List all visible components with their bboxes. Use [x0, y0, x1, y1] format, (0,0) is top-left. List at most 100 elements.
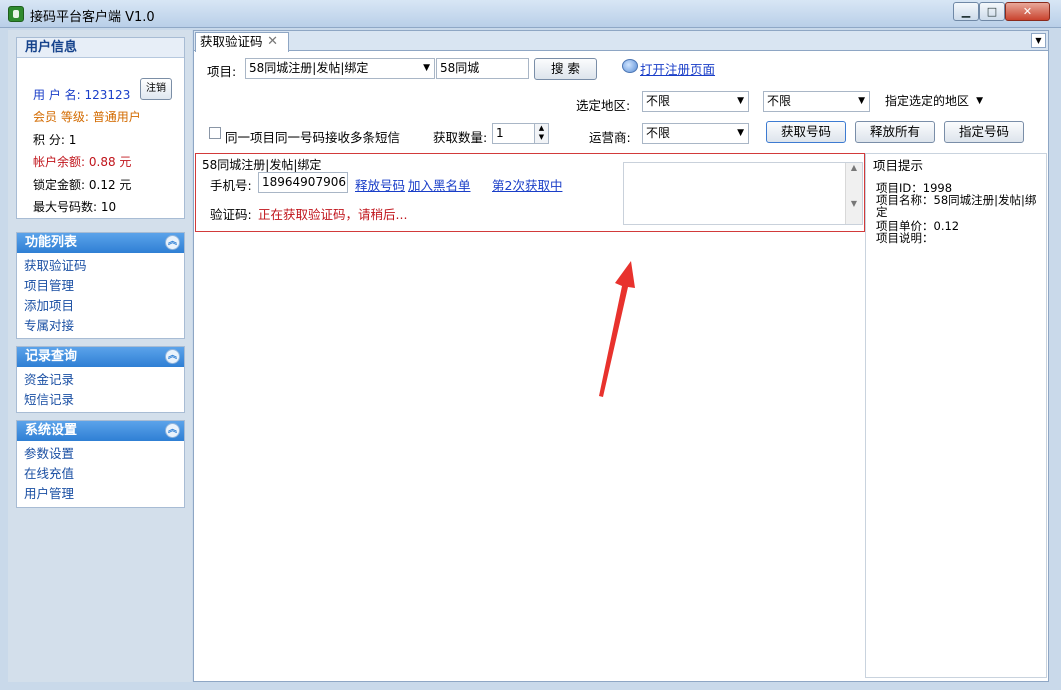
- maxnum-label: 最大号码数:: [33, 200, 98, 214]
- nav-project-manage[interactable]: 项目管理: [17, 276, 184, 296]
- hint-project-desc: 项目说明：: [876, 231, 934, 245]
- settings-header[interactable]: 系统设置 ︽: [17, 421, 184, 441]
- username-value: 123123: [84, 88, 131, 102]
- search-input[interactable]: 58同城: [436, 58, 529, 79]
- get-number-button[interactable]: 获取号码: [766, 121, 846, 143]
- region-select-2-value: 不限: [767, 94, 792, 108]
- hint-project-name: 项目名称：58同城注册|发帖|绑定: [876, 193, 1037, 219]
- carrier-select[interactable]: 不限 ▼: [642, 123, 749, 144]
- records-panel: 记录查询 ︽ 资金记录 短信记录: [16, 346, 185, 413]
- code-status: 正在获取验证码，请稍后...: [258, 207, 408, 222]
- username-label: 用 户 名:: [33, 88, 81, 102]
- function-list-panel: 功能列表 ︽ 获取验证码 项目管理 添加项目 专属对接: [16, 232, 185, 339]
- globe-icon: [622, 59, 638, 73]
- settings-title: 系统设置: [25, 423, 78, 438]
- region-label: 选定地区:: [576, 98, 631, 113]
- hint-title: 项目提示: [873, 158, 924, 173]
- member-label: 会员 等级:: [33, 110, 89, 124]
- chevron-down-icon: ▼: [423, 63, 430, 73]
- collapse-icon[interactable]: ︽: [165, 235, 180, 250]
- sms-content-area[interactable]: ▲ ▼: [623, 162, 863, 225]
- phone-field[interactable]: 18964907906: [258, 172, 348, 193]
- member-row: 会员 等级: 普通用户: [33, 108, 141, 125]
- locked-value: 0.12 元: [88, 178, 132, 192]
- project-hint-panel: 项目提示 项目ID：1998 项目名称：58同城注册|发帖|绑定 项目单价：0.…: [865, 153, 1047, 678]
- maxnum-row: 最大号码数: 10: [33, 198, 116, 215]
- member-value: 普通用户: [92, 110, 141, 124]
- release-number-link[interactable]: 释放号码: [355, 175, 405, 194]
- tab-menu-icon[interactable]: ▼: [1031, 33, 1046, 48]
- nav-sms-records[interactable]: 短信记录: [17, 390, 184, 410]
- quantity-input[interactable]: 1: [492, 123, 535, 144]
- maxnum-value: 10: [100, 200, 117, 214]
- collapse-icon[interactable]: ︽: [165, 423, 180, 438]
- quantity-stepper[interactable]: ▲ ▼: [534, 123, 549, 144]
- minimize-button[interactable]: ▁: [953, 2, 979, 21]
- tab-label: 获取验证码: [200, 34, 263, 49]
- region-mode-select[interactable]: 指定选定的地区 ▼: [881, 91, 988, 112]
- chevron-down-icon: ▼: [976, 96, 983, 106]
- open-register-link[interactable]: 打开注册页面: [640, 59, 715, 78]
- window-title: 接码平台客户端 V1.0: [30, 10, 155, 25]
- quantity-label: 获取数量:: [433, 130, 488, 145]
- locked-label: 锁定金额:: [33, 178, 86, 192]
- user-info-panel: 用户信息 用 户 名: 123123 注销 会员 等级: 普通用户 积 分: 1…: [16, 37, 185, 219]
- points-value: 1: [68, 133, 77, 147]
- nav-fund-records[interactable]: 资金记录: [17, 370, 184, 390]
- carrier-label: 运营商:: [589, 130, 631, 145]
- release-all-button[interactable]: 释放所有: [855, 121, 935, 143]
- nav-params[interactable]: 参数设置: [17, 444, 184, 464]
- multi-sms-label: 同一项目同一号码接收多条短信: [225, 130, 401, 145]
- app-icon: [8, 6, 24, 22]
- chevron-down-icon: ▼: [737, 96, 744, 106]
- region-select-1[interactable]: 不限 ▼: [642, 91, 749, 112]
- nav-recharge[interactable]: 在线充值: [17, 464, 184, 484]
- logout-button[interactable]: 注销: [140, 78, 172, 100]
- user-info-header: 用户信息: [17, 38, 184, 58]
- points-row: 积 分: 1: [33, 131, 76, 148]
- function-list-header[interactable]: 功能列表 ︽: [17, 233, 184, 253]
- result-panel: 58同城注册|发帖|绑定 手机号: 18964907906 释放号码 加入黑名单…: [195, 153, 865, 232]
- region-select-1-value: 不限: [646, 94, 671, 108]
- region-select-2[interactable]: 不限 ▼: [763, 91, 870, 112]
- settings-panel: 系统设置 ︽ 参数设置 在线充值 用户管理: [16, 420, 185, 508]
- points-label: 积 分:: [33, 133, 65, 147]
- nav-user-manage[interactable]: 用户管理: [17, 484, 184, 504]
- balance-value: 0.88 元: [88, 155, 132, 169]
- username-row: 用 户 名: 123123: [33, 86, 130, 103]
- tab-close-icon[interactable]: ✕: [267, 33, 278, 51]
- function-list-title: 功能列表: [25, 235, 78, 250]
- records-header[interactable]: 记录查询 ︽: [17, 347, 184, 367]
- search-button[interactable]: 搜 索: [534, 58, 597, 80]
- project-label: 项目:: [207, 64, 237, 79]
- status-link[interactable]: 第2次获取中: [492, 175, 562, 194]
- close-button[interactable]: ✕: [1005, 2, 1050, 21]
- balance-row: 帐户余额: 0.88 元: [33, 153, 131, 170]
- balance-label: 帐户余额:: [33, 155, 86, 169]
- assign-number-button[interactable]: 指定号码: [944, 121, 1024, 143]
- tab-get-code[interactable]: 获取验证码 ✕: [195, 32, 289, 52]
- project-select[interactable]: 58同城注册|发帖|绑定 ▼: [245, 58, 435, 79]
- red-arrow-icon: [599, 261, 635, 397]
- project-select-value: 58同城注册|发帖|绑定: [249, 61, 369, 75]
- phone-label: 手机号:: [210, 178, 252, 193]
- sidebar: 用户信息 用 户 名: 123123 注销 会员 等级: 普通用户 积 分: 1…: [8, 30, 192, 682]
- chevron-down-icon: ▼: [737, 128, 744, 138]
- nav-add-project[interactable]: 添加项目: [17, 296, 184, 316]
- main-area: 获取验证码 ✕ ▼ 项目: 58同城注册|发帖|绑定 ▼ 58同城 搜 索 打开…: [193, 30, 1049, 682]
- maximize-button[interactable]: □: [979, 2, 1005, 21]
- code-label: 验证码:: [210, 207, 252, 222]
- nav-exclusive[interactable]: 专属对接: [17, 316, 184, 336]
- nav-get-code[interactable]: 获取验证码: [17, 256, 184, 276]
- multi-sms-checkbox[interactable]: [209, 127, 221, 139]
- records-title: 记录查询: [25, 349, 78, 364]
- region-mode-value: 指定选定的地区: [885, 94, 970, 108]
- collapse-icon[interactable]: ︽: [165, 349, 180, 364]
- carrier-select-value: 不限: [646, 126, 671, 140]
- locked-row: 锁定金额: 0.12 元: [33, 176, 131, 193]
- blacklist-link[interactable]: 加入黑名单: [408, 175, 471, 194]
- scrollbar[interactable]: ▲ ▼: [845, 163, 862, 224]
- title-bar: 接码平台客户端 V1.0 ▁ □ ✕: [0, 0, 1061, 28]
- chevron-down-icon: ▼: [858, 96, 865, 106]
- tab-strip: 获取验证码 ✕ ▼: [194, 31, 1048, 52]
